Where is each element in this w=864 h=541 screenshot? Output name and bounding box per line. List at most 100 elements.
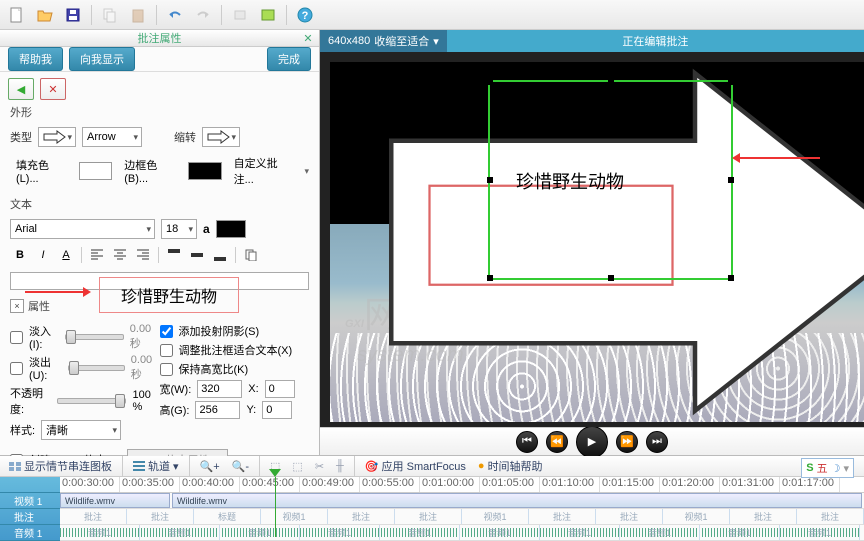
border-color-button[interactable]: 边框色(B)... xyxy=(118,155,182,187)
audio-segment: 音频1 xyxy=(620,525,700,540)
ruler-tick: 0:01:15:00 xyxy=(600,477,660,492)
fadein-checkbox[interactable] xyxy=(10,331,23,344)
open-file-button[interactable] xyxy=(32,3,58,27)
custom-annotation-button[interactable]: 自定义批注... xyxy=(228,153,299,189)
export-button[interactable] xyxy=(255,3,281,27)
audio-track-label[interactable]: 音频 1 xyxy=(0,525,60,541)
annotation-text-editor[interactable]: 珍惜野生动物 xyxy=(10,272,309,290)
annotation-segment[interactable]: 批注 xyxy=(730,509,797,524)
annotation-segment[interactable]: 批注 xyxy=(127,509,194,524)
underline-button[interactable]: A xyxy=(56,245,76,265)
tool2-button[interactable]: ⬚ xyxy=(287,458,307,475)
new-file-button[interactable] xyxy=(4,3,30,27)
annotation-segment[interactable]: 批注 xyxy=(395,509,462,524)
fadein-value: 0.00 秒 xyxy=(130,323,160,351)
bold-button[interactable]: B xyxy=(10,245,30,265)
video-track[interactable]: Wildlife.wmv Wildlife.wmv xyxy=(60,493,864,509)
video-track-label[interactable]: 视频 1 xyxy=(0,493,60,509)
split-button[interactable]: ╫ xyxy=(331,458,349,474)
opacity-slider[interactable] xyxy=(57,398,127,404)
rotate-dropdown[interactable] xyxy=(202,127,240,147)
forward-button[interactable]: ⏩ xyxy=(616,431,638,453)
style-dropdown[interactable]: 清晰 xyxy=(41,420,121,440)
fill-color-swatch[interactable] xyxy=(79,162,112,180)
annotation-segment[interactable]: 批注 xyxy=(797,509,864,524)
copy-text-button[interactable] xyxy=(241,245,261,265)
x-input[interactable] xyxy=(265,380,295,398)
valign-top-button[interactable] xyxy=(164,245,184,265)
finish-button[interactable]: 完成 xyxy=(267,47,311,71)
annotation-segment[interactable]: 视频1 xyxy=(261,509,328,524)
fit-text-checkbox[interactable] xyxy=(160,344,173,357)
panel-close-icon[interactable]: ✕ xyxy=(301,31,315,45)
zoom-out-button[interactable]: 🔍- xyxy=(227,458,254,475)
annotation-track-label[interactable]: 批注 xyxy=(0,509,60,525)
skip-start-button[interactable]: ⏮ xyxy=(516,431,538,453)
audio-segment: 音频1 xyxy=(460,525,540,540)
annotation-segment[interactable]: 批注 xyxy=(529,509,596,524)
selection-box[interactable] xyxy=(488,80,733,280)
annotation-segment[interactable]: 视频1 xyxy=(462,509,529,524)
cut-button[interactable]: ✂ xyxy=(310,458,329,475)
shadow-checkbox[interactable] xyxy=(160,325,173,338)
fadein-slider[interactable] xyxy=(65,334,124,340)
timeline-help-button[interactable]: ●时间轴帮助 xyxy=(473,456,548,476)
annotation-segment[interactable]: 视频1 xyxy=(663,509,730,524)
props-collapse-toggle[interactable]: × xyxy=(10,299,24,313)
border-color-swatch[interactable] xyxy=(188,162,221,180)
ruler-tick: 0:01:20:00 xyxy=(660,477,720,492)
timeline-ruler[interactable]: 0:00:30:000:00:35:000:00:40:000:00:45:00… xyxy=(60,477,864,493)
rewind-button[interactable]: ⏪ xyxy=(546,431,568,453)
help-me-button[interactable]: 帮助我 xyxy=(8,47,63,71)
tracks-button[interactable]: 轨道▾ xyxy=(128,456,184,476)
align-right-button[interactable] xyxy=(133,245,153,265)
width-input[interactable] xyxy=(197,380,242,398)
fadeout-slider[interactable] xyxy=(68,365,125,371)
opacity-value: 100 % xyxy=(132,389,159,413)
undo-button[interactable] xyxy=(162,3,188,27)
delete-annotation-button[interactable]: ✕ xyxy=(40,78,66,100)
font-size-dropdown[interactable]: 18 xyxy=(161,219,197,239)
annotation-segment[interactable]: 标题 xyxy=(194,509,261,524)
fill-color-button[interactable]: 填充色(L)... xyxy=(10,155,73,187)
ruler-tick: 0:00:30:00 xyxy=(60,477,120,492)
settings-button[interactable] xyxy=(227,3,253,27)
valign-middle-button[interactable] xyxy=(187,245,207,265)
annotation-segment[interactable]: 批注 xyxy=(596,509,663,524)
save-button[interactable] xyxy=(60,3,86,27)
video-preview[interactable]: GXI网 system.com 珍惜野生动物 xyxy=(320,52,864,427)
help-button[interactable]: ? xyxy=(292,3,318,27)
align-left-button[interactable] xyxy=(87,245,107,265)
valign-bottom-button[interactable] xyxy=(210,245,230,265)
redo-button[interactable] xyxy=(190,3,216,27)
audio-segment: 音频1 xyxy=(780,525,860,540)
y-input[interactable] xyxy=(262,401,292,419)
font-dropdown[interactable]: Arial xyxy=(10,219,155,239)
play-button[interactable]: ▶ xyxy=(576,426,608,458)
video-clip[interactable]: Wildlife.wmv xyxy=(60,493,170,508)
annotation-track[interactable]: 批注批注标题视频1批注批注视频1批注批注视频1批注批注 xyxy=(60,509,864,525)
type-name-dropdown[interactable]: Arrow xyxy=(82,127,142,147)
text-color-swatch[interactable] xyxy=(216,220,246,238)
show-me-button[interactable]: 向我显示 xyxy=(69,47,135,71)
keep-ratio-checkbox[interactable] xyxy=(160,363,173,376)
smartfocus-button[interactable]: 🎯应用 SmartFocus xyxy=(360,456,471,476)
prev-annotation-button[interactable]: ◀ xyxy=(8,78,34,100)
fadeout-checkbox[interactable] xyxy=(10,362,23,375)
text-content[interactable]: 珍惜野生动物 xyxy=(99,277,239,313)
italic-button[interactable]: I xyxy=(33,245,53,265)
ime-indicator[interactable]: S S 五 五 ☽ ▾ xyxy=(801,458,854,478)
playhead[interactable] xyxy=(275,477,276,537)
storyboard-button[interactable]: 显示情节串连图板 xyxy=(4,456,117,476)
zoom-in-button[interactable]: 🔍+ xyxy=(195,458,225,475)
annotation-segment[interactable]: 批注 xyxy=(60,509,127,524)
audio-track[interactable]: 音频1音频1音频1音频1音频1音频1音频1音频1音频1音频1 xyxy=(60,525,864,541)
copy-button[interactable] xyxy=(97,3,123,27)
align-center-button[interactable] xyxy=(110,245,130,265)
dimensions-tab[interactable]: 640x480 收缩至适合 ▾ xyxy=(320,30,447,52)
annotation-segment[interactable]: 批注 xyxy=(328,509,395,524)
skip-end-button[interactable]: ⏭ xyxy=(646,431,668,453)
paste-button[interactable] xyxy=(125,3,151,27)
type-shape-dropdown[interactable] xyxy=(38,127,76,147)
height-input[interactable] xyxy=(195,401,240,419)
